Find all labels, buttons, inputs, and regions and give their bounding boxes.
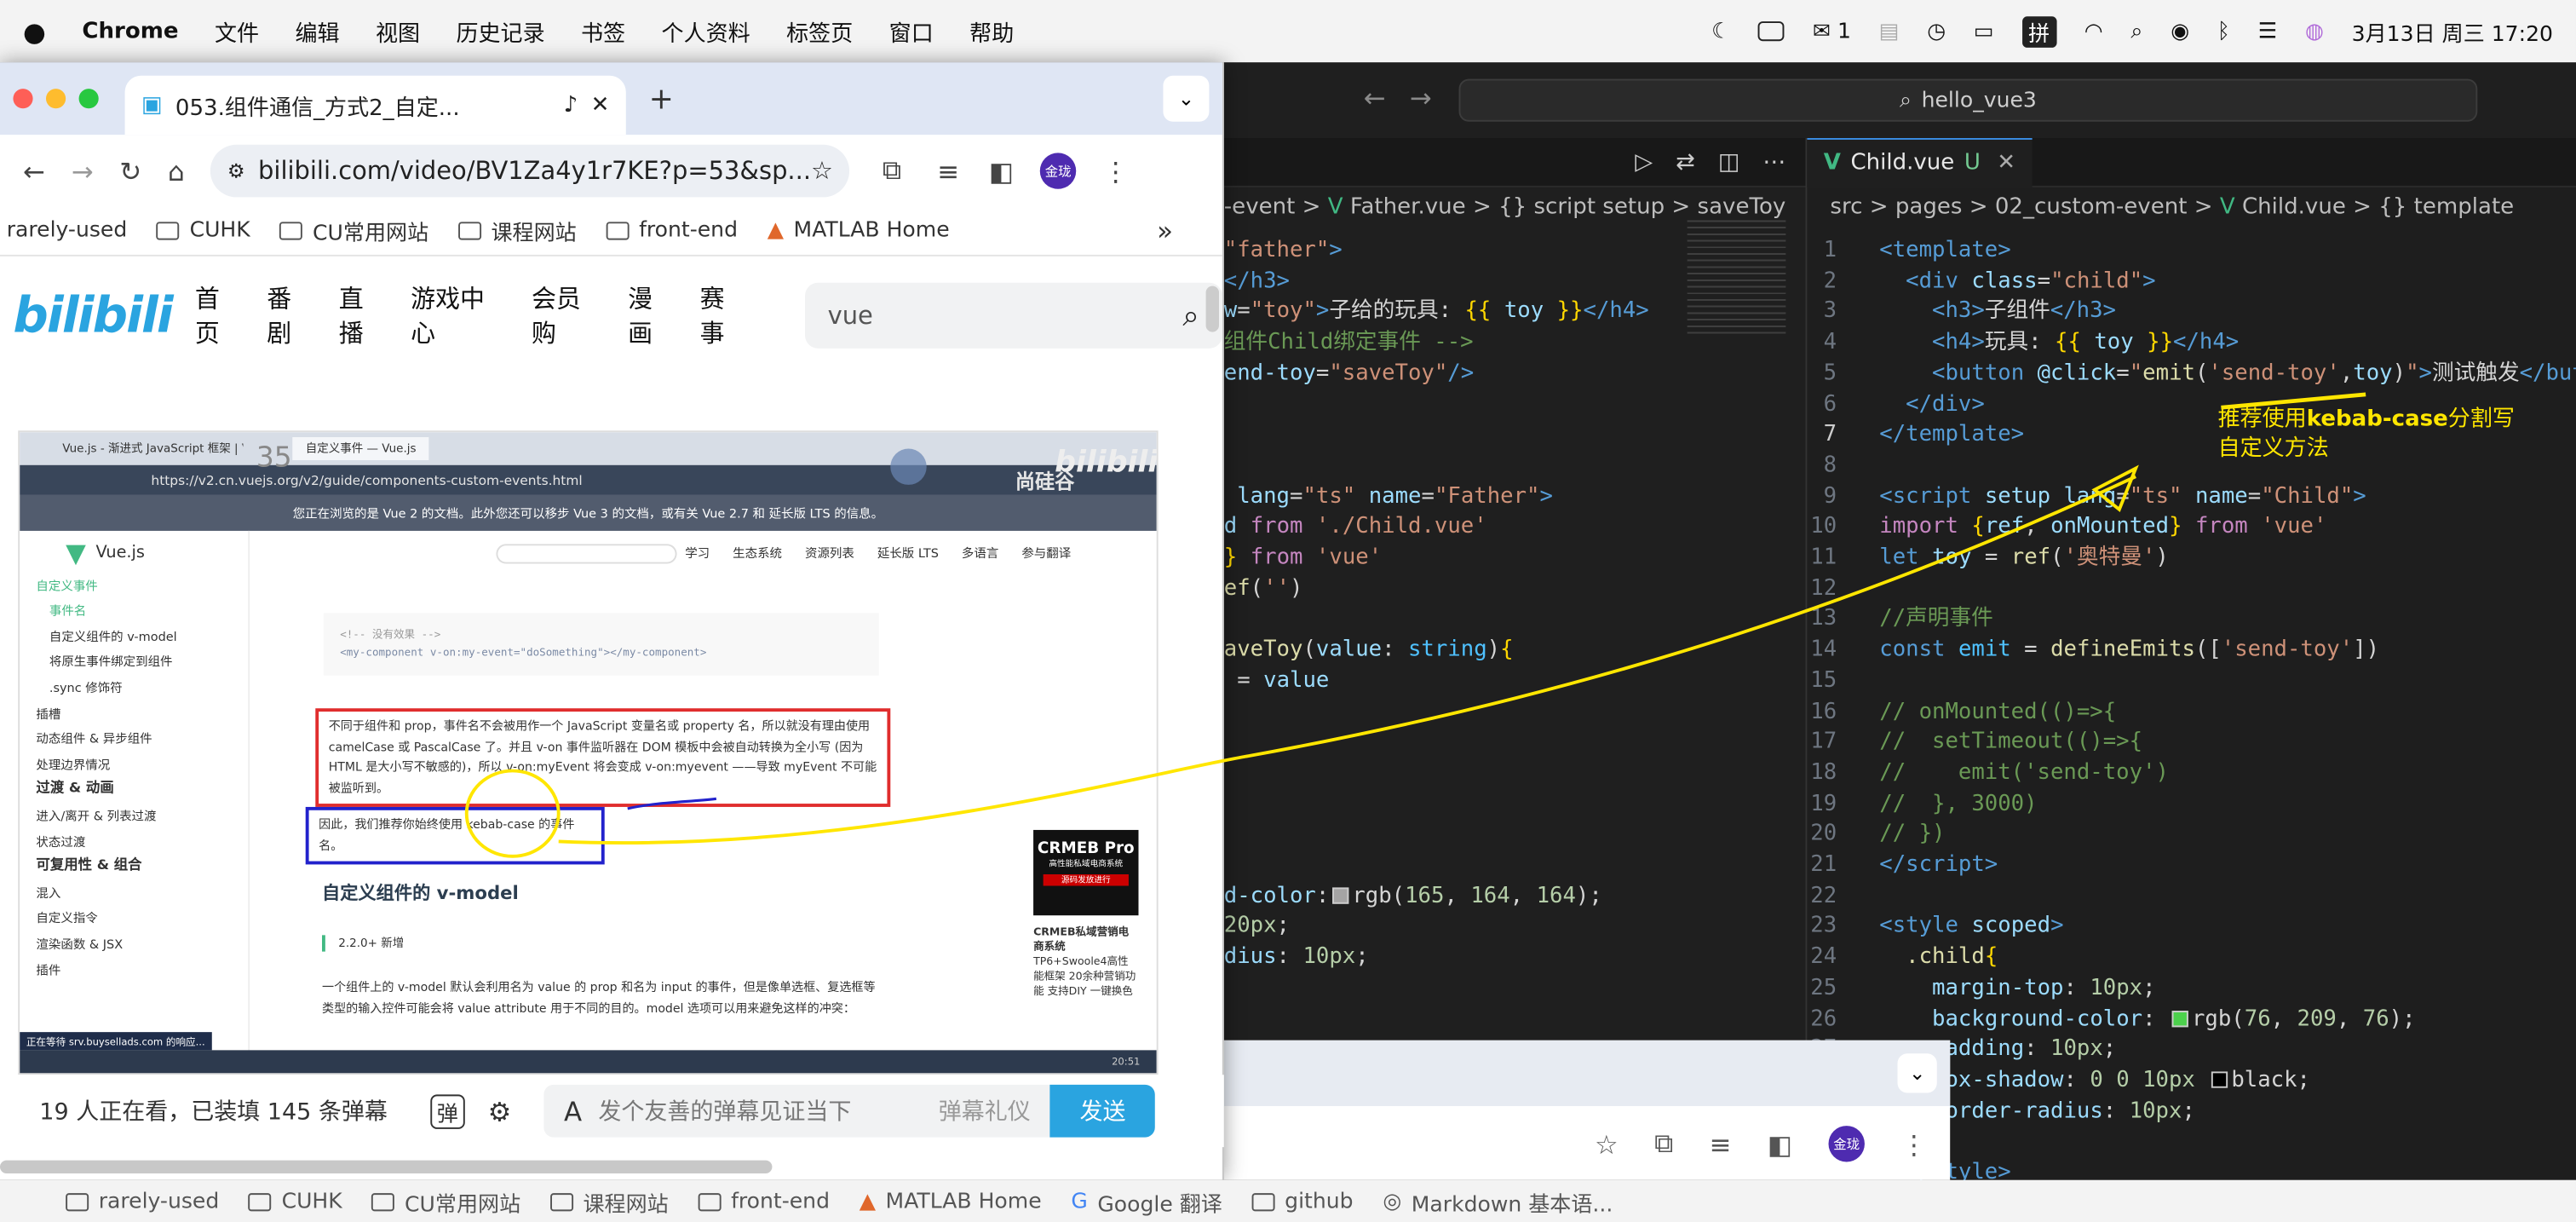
annotation-arrow-head: [2091, 464, 2139, 512]
annotation-circle: [464, 769, 561, 858]
annotation-overlay: [464, 392, 2366, 858]
annotation-scribble: [627, 797, 717, 810]
annotation-underline: [2221, 392, 2366, 410]
annotation-arrow-line: [558, 475, 2136, 845]
